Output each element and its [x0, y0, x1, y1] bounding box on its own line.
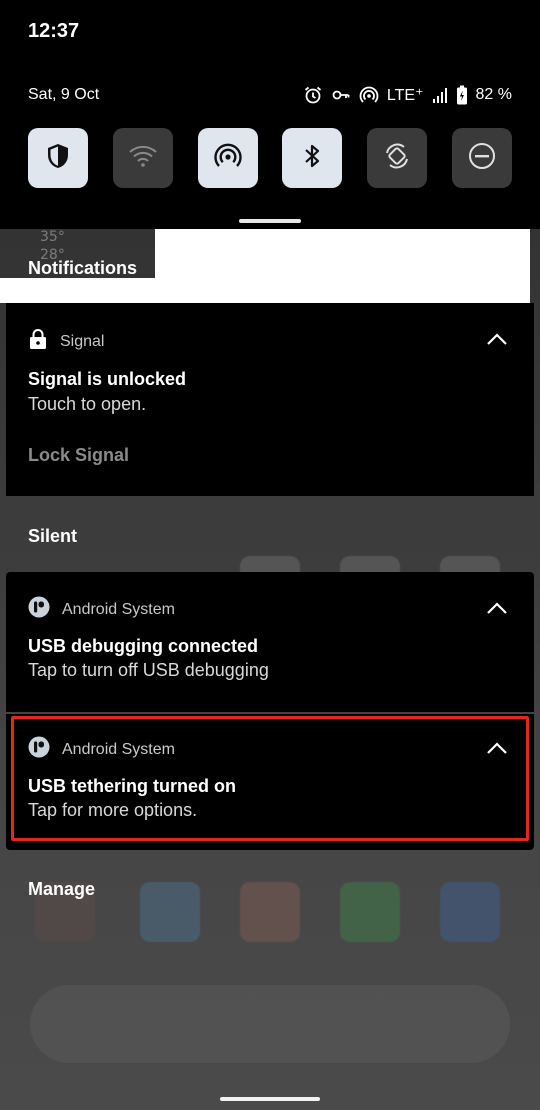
android-system-icon: [28, 596, 50, 623]
hotspot-tile[interactable]: [197, 128, 258, 188]
shield-icon: [45, 142, 71, 175]
lock-icon: [28, 328, 48, 355]
manage-button[interactable]: Manage: [28, 879, 95, 900]
highlight-box: [11, 716, 529, 841]
do-not-disturb-icon: [467, 141, 497, 176]
bluetooth-icon: [302, 141, 322, 176]
quick-settings-tiles: [28, 128, 512, 190]
shade-drag-handle[interactable]: [239, 219, 301, 223]
search-bar-background: [30, 985, 510, 1063]
usb-debugging-notification[interactable]: Android System USB debugging connected T…: [6, 572, 534, 712]
silent-section-label: Silent: [28, 526, 78, 546]
notification-title: Signal is unlocked: [28, 369, 187, 389]
alarm-icon: [303, 85, 323, 105]
auto-rotate-icon: [382, 141, 412, 176]
bluetooth-tile[interactable]: [282, 128, 343, 188]
gesture-nav-handle[interactable]: [220, 1097, 320, 1101]
dnd-tile[interactable]: [451, 128, 512, 188]
vpn-tile[interactable]: [28, 128, 88, 188]
wifi-icon: [128, 144, 158, 173]
date[interactable]: Sat, 9 Oct: [28, 86, 99, 104]
signal-notification[interactable]: Signal Signal is unlocked Touch to open.…: [6, 303, 534, 496]
notification-body: Touch to open.: [28, 394, 147, 414]
battery-percent: 82 %: [475, 86, 512, 103]
notifications-header: Notifications: [28, 258, 138, 278]
notification-app-row: Android System: [28, 596, 175, 623]
telegram-app-icon: [140, 882, 200, 942]
notification-title: USB debugging connected: [28, 636, 259, 656]
clock: 12:37: [28, 20, 80, 42]
auto-rotate-tile[interactable]: [367, 128, 428, 188]
vpn-key-icon: [331, 85, 351, 105]
brave-app-icon: [240, 882, 300, 942]
network-type: LTE⁺: [386, 87, 424, 104]
notification-body: Tap to turn off USB debugging: [28, 660, 269, 680]
notification-app-row: Signal: [28, 328, 104, 355]
chevron-up-icon[interactable]: [486, 332, 508, 351]
chevron-up-icon[interactable]: [486, 601, 508, 620]
hotspot-icon: [359, 85, 379, 105]
wifi-tile[interactable]: [112, 128, 173, 188]
cell-signal-icon: [432, 86, 448, 104]
battery-icon: [456, 85, 468, 105]
quick-settings-panel: 12:37 Sat, 9 Oct LTE⁺ 82 %: [0, 0, 540, 229]
notification-app-name: Signal: [60, 332, 105, 350]
lock-signal-button[interactable]: Lock Signal: [28, 445, 129, 466]
status-icons: LTE⁺ 82 %: [303, 84, 512, 106]
redaction-block: [0, 278, 175, 303]
hotspot-icon: [213, 141, 243, 176]
phone-app-icon: [440, 882, 500, 942]
whatsapp-app-icon: [340, 882, 400, 942]
redaction-block: [155, 229, 530, 303]
notification-app-name: Android System: [62, 600, 175, 618]
